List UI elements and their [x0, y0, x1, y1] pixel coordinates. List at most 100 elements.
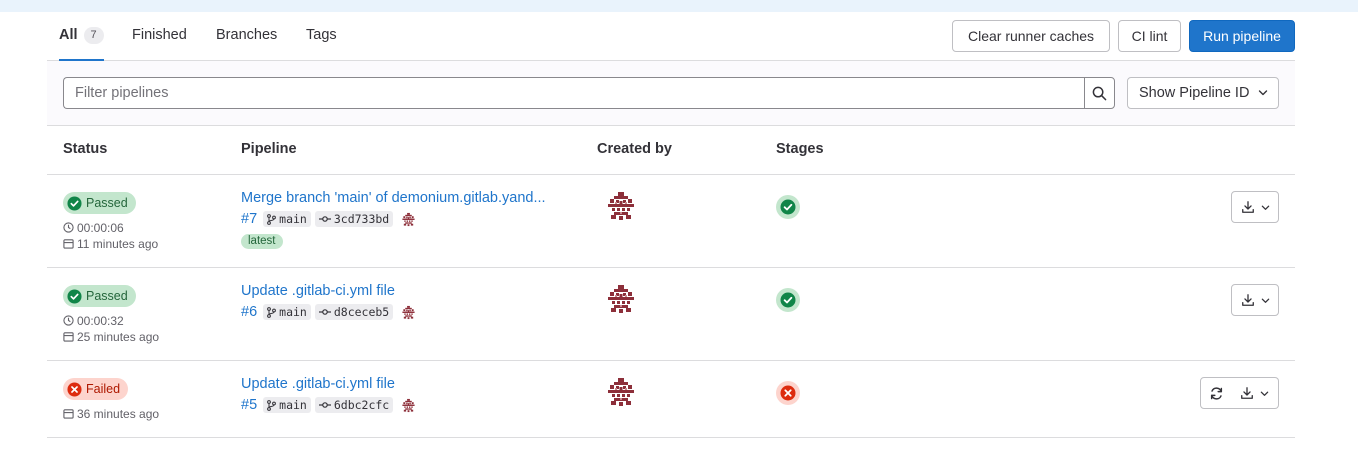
pipeline-id-link[interactable]: #5	[241, 397, 257, 413]
download-artifacts-dropdown[interactable]	[1231, 191, 1279, 223]
finished-time: 11 minutes ago	[63, 236, 158, 251]
commit-icon	[318, 309, 331, 315]
status-label: Passed	[86, 196, 128, 210]
check-circle-icon	[780, 292, 796, 308]
branch-ref[interactable]: main	[263, 211, 311, 227]
finished-time: 36 minutes ago	[63, 406, 159, 421]
check-circle-icon	[67, 195, 82, 211]
calendar-icon	[63, 332, 74, 342]
avatar[interactable]	[605, 376, 637, 408]
latest-badge: latest	[241, 234, 283, 249]
duration: 00:00:06	[63, 220, 124, 235]
commit-sha[interactable]: 6dbc2cfc	[314, 397, 394, 413]
duration-value: 00:00:06	[77, 220, 124, 235]
stage-failed-icon[interactable]	[776, 381, 800, 405]
show-pipeline-id-label: Show Pipeline ID	[1139, 85, 1250, 101]
chevron-down-icon	[1258, 90, 1268, 96]
column-stages: Stages	[776, 141, 824, 157]
branch-ref[interactable]: main	[263, 304, 311, 320]
finished-value: 11 minutes ago	[77, 236, 159, 251]
tab-all-count: 7	[83, 27, 104, 44]
search-icon	[1092, 86, 1107, 100]
filter-bar: Show Pipeline ID	[47, 61, 1295, 126]
tab-tags[interactable]: Tags	[306, 12, 337, 60]
search-button[interactable]	[1084, 77, 1115, 109]
calendar-icon	[63, 409, 74, 419]
ci-lint-button[interactable]: CI lint	[1118, 20, 1181, 52]
branch-name: main	[279, 305, 307, 319]
tab-finished[interactable]: Finished	[132, 12, 187, 60]
retry-icon	[1210, 386, 1222, 400]
pipeline-meta: #5 main 6dbc2cfc	[241, 396, 417, 414]
column-pipeline: Pipeline	[241, 141, 297, 157]
download-artifacts-dropdown[interactable]	[1231, 284, 1279, 316]
commit-value: d8ceceb5	[333, 305, 390, 319]
commit-sha[interactable]: d8ceceb5	[314, 304, 394, 320]
show-pipeline-id-dropdown[interactable]: Show Pipeline ID	[1127, 77, 1279, 109]
pipeline-id-link[interactable]: #7	[241, 211, 257, 227]
column-status: Status	[63, 141, 108, 157]
branch-icon	[267, 399, 277, 411]
pipeline-id-link[interactable]: #6	[241, 304, 257, 320]
branch-icon	[267, 213, 277, 225]
branch-name: main	[279, 398, 307, 412]
download-icon	[1241, 201, 1254, 213]
branch-name: main	[279, 212, 307, 226]
check-circle-icon	[67, 288, 82, 304]
chevron-down-icon	[1261, 205, 1269, 210]
commit-icon	[318, 402, 331, 408]
status-badge[interactable]: Failed	[63, 378, 129, 400]
finished-value: 25 minutes ago	[77, 329, 160, 344]
error-circle-icon	[67, 381, 82, 397]
clock-icon	[63, 315, 74, 326]
stage-passed-icon[interactable]	[776, 288, 800, 312]
commit-author-avatar[interactable]	[401, 304, 417, 320]
run-pipeline-button[interactable]: Run pipeline	[1189, 20, 1295, 52]
filter-pipelines-input[interactable]	[63, 77, 1084, 109]
finished-time: 25 minutes ago	[63, 329, 159, 344]
duration: 00:00:32	[63, 313, 124, 328]
pipeline-commit-title[interactable]: Merge branch 'main' of demonium.gitlab.y…	[241, 190, 546, 206]
tab-branches[interactable]: Branches	[216, 12, 277, 60]
commit-sha[interactable]: 3cd733bd	[314, 211, 394, 227]
error-circle-icon	[780, 385, 796, 401]
duration-value: 00:00:32	[77, 313, 124, 328]
top-banner-strip	[0, 0, 1358, 12]
retry-button[interactable]	[1200, 377, 1232, 409]
clear-runner-caches-button[interactable]: Clear runner caches	[952, 20, 1110, 52]
status-label: Passed	[86, 289, 128, 303]
status-label: Failed	[86, 382, 121, 396]
pipeline-commit-title[interactable]: Update .gitlab-ci.yml file	[241, 283, 395, 299]
calendar-icon	[63, 239, 74, 249]
stage-passed-icon[interactable]	[776, 195, 800, 219]
pipeline-meta: #7 main 3cd733bd	[241, 210, 417, 228]
tab-all[interactable]: All 7	[59, 12, 104, 61]
clock-icon	[63, 222, 74, 233]
check-circle-icon	[780, 199, 796, 215]
avatar[interactable]	[605, 283, 637, 315]
download-icon	[1241, 387, 1253, 399]
avatar[interactable]	[605, 190, 637, 222]
chevron-down-icon	[1260, 391, 1269, 396]
chevron-down-icon	[1261, 298, 1269, 303]
table-row: Failed 36 minutes ago Update .gitlab-ci.…	[47, 361, 1295, 438]
commit-value: 6dbc2cfc	[333, 398, 390, 412]
pipeline-meta: #6 main d8ceceb5	[241, 303, 417, 321]
commit-icon	[318, 216, 331, 222]
status-badge[interactable]: Passed	[63, 285, 136, 307]
commit-value: 3cd733bd	[333, 212, 390, 226]
finished-value: 36 minutes ago	[77, 406, 160, 421]
download-artifacts-dropdown[interactable]	[1231, 377, 1279, 409]
download-icon	[1241, 294, 1254, 306]
branch-ref[interactable]: main	[263, 397, 311, 413]
column-created-by: Created by	[597, 141, 672, 157]
pipeline-commit-title[interactable]: Update .gitlab-ci.yml file	[241, 376, 395, 392]
branch-icon	[267, 306, 277, 318]
commit-author-avatar[interactable]	[401, 211, 417, 227]
status-badge[interactable]: Passed	[63, 192, 136, 214]
commit-author-avatar[interactable]	[401, 397, 417, 413]
table-row: Passed 00:00:32 25 minutes ago Update .g…	[47, 268, 1295, 361]
table-header: Status Pipeline Created by Stages	[47, 126, 1295, 175]
tab-all-label: All	[59, 27, 78, 43]
table-row: Passed 00:00:06 11 minutes ago Merge bra…	[47, 175, 1295, 268]
